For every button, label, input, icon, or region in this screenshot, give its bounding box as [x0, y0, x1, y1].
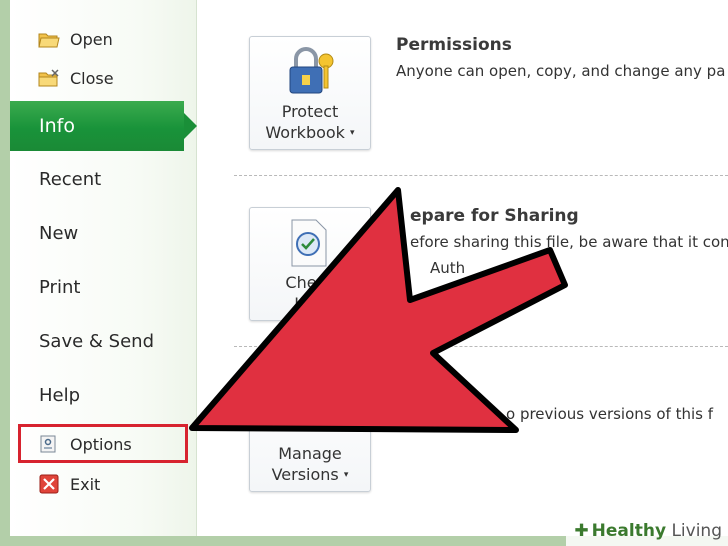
watermark: ✚ Healthy Living — [566, 516, 728, 546]
red-arrow-icon — [189, 187, 568, 433]
pointer-arrow-overlay — [189, 187, 568, 433]
watermark-brand-2: Living — [671, 521, 722, 541]
watermark-brand: Healthy — [591, 521, 667, 541]
health-cross-icon: ✚ — [574, 521, 589, 541]
